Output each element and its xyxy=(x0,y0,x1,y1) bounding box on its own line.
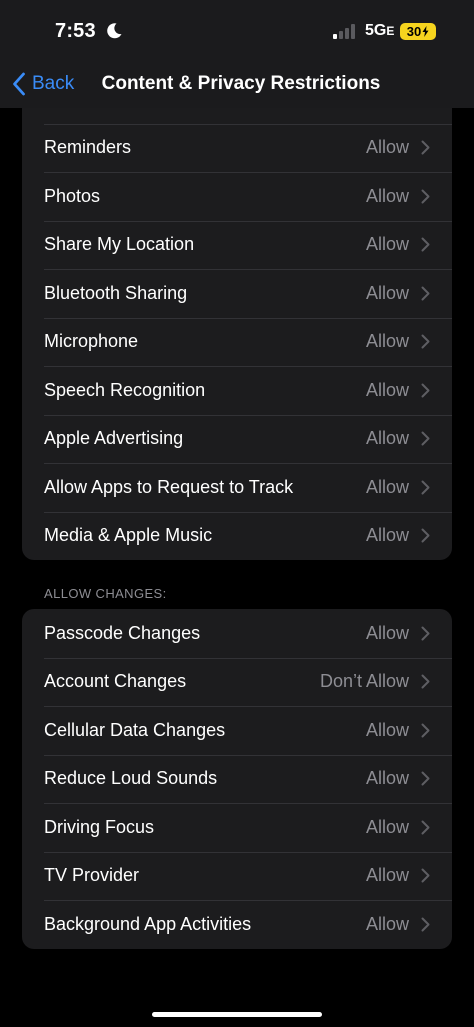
row-reminders[interactable]: Reminders Allow xyxy=(22,123,452,173)
chevron-right-icon xyxy=(421,723,430,738)
row-label: Account Changes xyxy=(44,671,187,692)
chevron-right-icon xyxy=(421,334,430,349)
row-account-changes[interactable]: Account Changes Don’t Allow xyxy=(22,657,452,707)
row-microphone[interactable]: Microphone Allow xyxy=(22,317,452,367)
row-value: Allow xyxy=(365,816,409,837)
privacy-settings-group: Reminders Allow Photos Allow Share My Lo… xyxy=(22,75,452,560)
row-label: Reduce Loud Sounds xyxy=(44,768,218,789)
chevron-right-icon xyxy=(421,431,430,446)
row-value: Allow xyxy=(365,137,409,158)
section-header-allow-changes: ALLOW CHANGES: xyxy=(44,586,167,601)
row-value: Allow xyxy=(365,525,409,546)
row-value: Allow xyxy=(365,622,409,643)
row-value: Allow xyxy=(365,282,409,303)
home-indicator[interactable] xyxy=(152,1012,322,1017)
row-driving-focus[interactable]: Driving Focus Allow xyxy=(22,803,452,852)
chevron-right-icon xyxy=(421,189,430,204)
row-value: Allow xyxy=(365,913,409,934)
row-label: Media & Apple Music xyxy=(44,525,213,546)
row-value: Allow xyxy=(365,185,409,206)
row-label: Allow Apps to Request to Track xyxy=(44,476,294,497)
battery-indicator: 30 xyxy=(400,23,436,40)
chevron-right-icon xyxy=(421,820,430,835)
chevron-right-icon xyxy=(421,528,430,543)
network-type: 5GE xyxy=(365,22,395,39)
row-label: TV Provider xyxy=(44,865,140,886)
row-value: Allow xyxy=(365,768,409,789)
row-label: Speech Recognition xyxy=(44,379,206,400)
row-label: Background App Activities xyxy=(44,913,252,934)
screen: 7:53 5GE 30 Back Content & Privacy Restr… xyxy=(0,0,474,1027)
row-value: Don’t Allow xyxy=(319,671,409,692)
chevron-right-icon xyxy=(421,480,430,495)
chevron-right-icon xyxy=(421,140,430,155)
row-value: Allow xyxy=(365,719,409,740)
row-value: Allow xyxy=(365,428,409,449)
chevron-right-icon xyxy=(421,626,430,641)
row-label: Bluetooth Sharing xyxy=(44,282,188,303)
charging-bolt-icon xyxy=(422,26,429,37)
row-passcode-changes[interactable]: Passcode Changes Allow xyxy=(22,609,452,658)
status-bar: 7:53 5GE 30 xyxy=(0,0,474,62)
row-allow-apps-to-request-to-track[interactable]: Allow Apps to Request to Track Allow xyxy=(22,463,452,512)
row-photos[interactable]: Photos Allow xyxy=(22,172,452,221)
row-label: Apple Advertising xyxy=(44,428,184,449)
row-value: Allow xyxy=(365,379,409,400)
row-label: Passcode Changes xyxy=(44,622,201,643)
row-label: Driving Focus xyxy=(44,816,155,837)
row-label: Photos xyxy=(44,185,101,206)
row-value: Allow xyxy=(365,331,409,352)
chevron-right-icon xyxy=(421,917,430,932)
chevron-right-icon xyxy=(421,868,430,883)
row-value: Allow xyxy=(365,234,409,255)
row-media-apple-music[interactable]: Media & Apple Music Allow xyxy=(22,511,452,561)
row-reduce-loud-sounds[interactable]: Reduce Loud Sounds Allow xyxy=(22,754,452,804)
chevron-right-icon xyxy=(421,383,430,398)
row-background-app-activities[interactable]: Background App Activities Allow xyxy=(22,900,452,949)
row-speech-recognition[interactable]: Speech Recognition Allow xyxy=(22,366,452,415)
row-bluetooth-sharing[interactable]: Bluetooth Sharing Allow xyxy=(22,269,452,318)
status-time: 7:53 xyxy=(55,20,96,42)
focus-moon-icon xyxy=(107,23,122,39)
page-title: Content & Privacy Restrictions xyxy=(101,73,381,94)
chevron-right-icon xyxy=(421,771,430,786)
chevron-right-icon xyxy=(421,237,430,252)
battery-level: 30 xyxy=(406,24,422,39)
cellular-signal-icon xyxy=(333,24,355,39)
row-label: Share My Location xyxy=(44,234,195,255)
row-label: Microphone xyxy=(44,331,139,352)
row-apple-advertising[interactable]: Apple Advertising Allow xyxy=(22,414,452,464)
row-label: Reminders xyxy=(44,137,132,158)
allow-changes-group: Passcode Changes Allow Account Changes D… xyxy=(22,609,452,949)
row-cellular-data-changes[interactable]: Cellular Data Changes Allow xyxy=(22,706,452,755)
header: 7:53 5GE 30 Back Content & Privacy Restr… xyxy=(0,0,474,108)
row-share-my-location[interactable]: Share My Location Allow xyxy=(22,220,452,270)
row-value: Allow xyxy=(365,865,409,886)
row-label: Cellular Data Changes xyxy=(44,719,226,740)
chevron-right-icon xyxy=(421,286,430,301)
row-value: Allow xyxy=(365,476,409,497)
row-tv-provider[interactable]: TV Provider Allow xyxy=(22,851,452,901)
chevron-right-icon xyxy=(421,674,430,689)
navigation-bar: Back Content & Privacy Restrictions xyxy=(0,62,474,108)
